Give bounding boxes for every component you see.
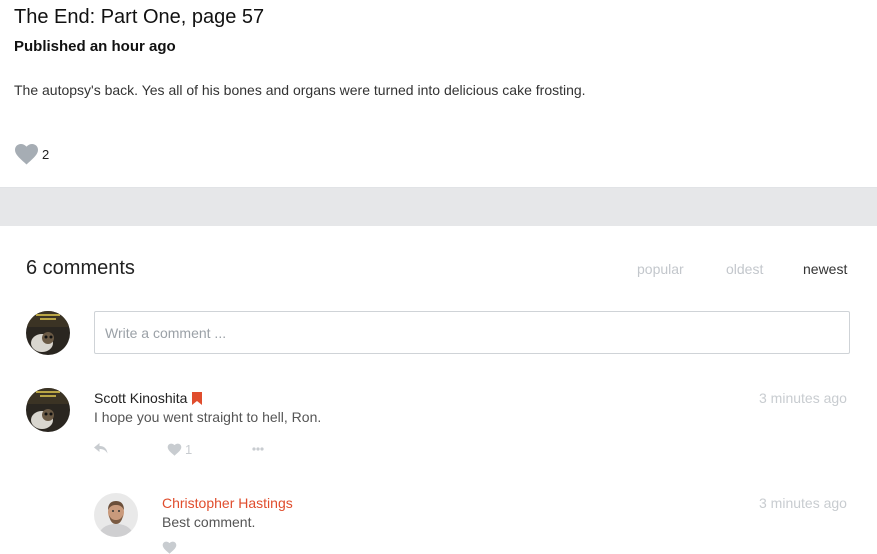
comment-timestamp[interactable]: 3 minutes ago [759,390,847,406]
heart-icon [162,541,177,554]
comment-author[interactable]: Scott Kinoshita [94,390,203,406]
post-body: The autopsy's back. Yes all of his bones… [14,82,586,98]
reply-author[interactable]: Christopher Hastings [162,495,293,511]
post-like-count: 2 [42,146,50,162]
post: The End: Part One, page 57 Published an … [0,0,877,188]
reply-author-avatar[interactable] [94,493,138,537]
bookmark-icon [192,391,203,405]
comment-composer[interactable] [94,311,850,354]
post-published-time: Published an hour ago [14,38,176,55]
post-title: The End: Part One, page 57 [14,6,265,28]
comment-text: I hope you went straight to hell, Ron. [94,409,322,425]
comment-input[interactable] [95,312,849,353]
current-user-avatar [26,311,70,355]
heart-icon [167,443,182,456]
post-like-button[interactable]: 2 [14,143,49,165]
comments-count: 6 comments [26,257,135,279]
reply-timestamp[interactable]: 3 minutes ago [759,495,847,511]
reply-icon [94,443,108,454]
comment-author-avatar[interactable] [26,388,70,432]
sort-newest[interactable]: newest [803,261,847,277]
ellipsis-icon [252,447,264,451]
comment-like-button[interactable]: 1 [167,442,192,457]
sort-oldest[interactable]: oldest [726,261,763,277]
heart-icon [15,144,38,165]
section-divider [0,188,877,226]
comment-author-name[interactable]: Scott Kinoshita [94,390,187,406]
cat-avatar-image [26,388,70,432]
reply-button[interactable] [94,443,108,454]
reply-like-button[interactable] [162,541,177,554]
cat-avatar-image [26,311,70,355]
reply-author-name[interactable]: Christopher Hastings [162,495,293,511]
sort-popular[interactable]: popular [637,261,684,277]
comment-like-count: 1 [185,442,193,457]
reply-text: Best comment. [162,514,256,530]
person-avatar-image [94,493,138,537]
more-options-button[interactable] [252,447,264,451]
